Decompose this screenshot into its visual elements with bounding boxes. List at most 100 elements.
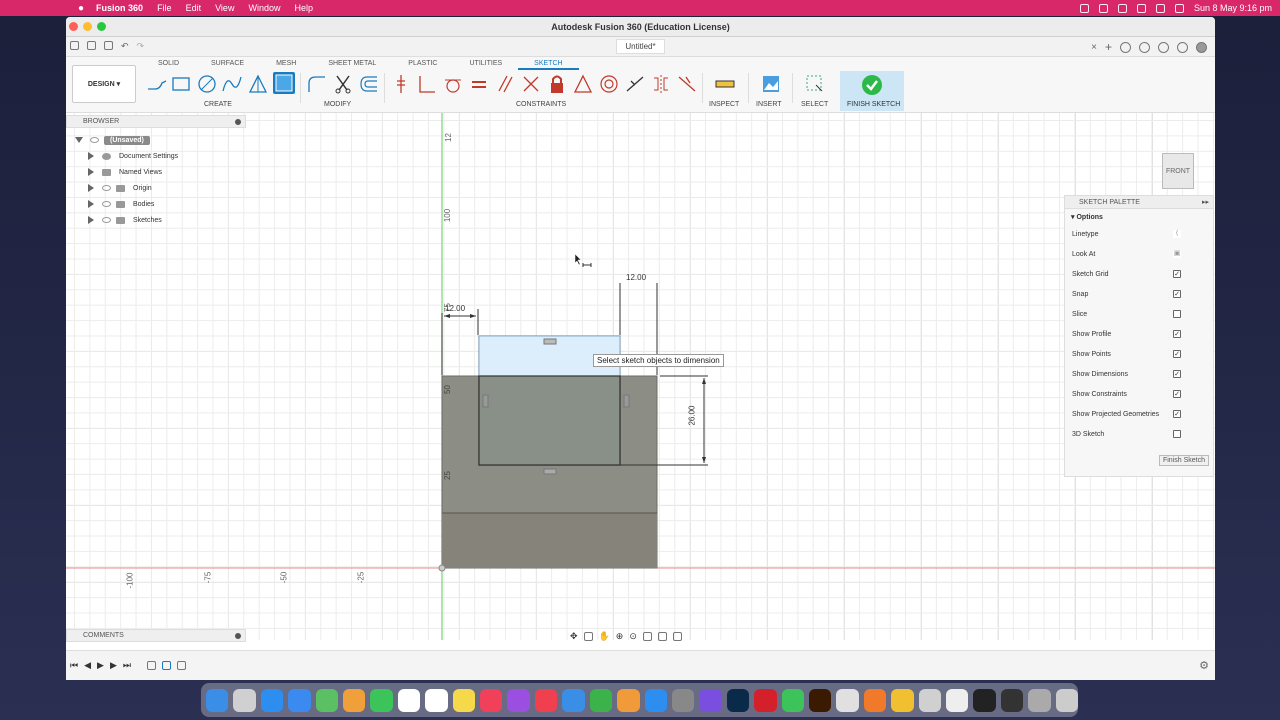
tab-sheet-metal[interactable]: SHEET METAL — [312, 58, 392, 70]
measure-ruler-icon[interactable] — [714, 73, 736, 95]
pan-icon[interactable]: ✋ — [599, 631, 610, 642]
expand-panel-icon[interactable]: ▸▸ — [1202, 196, 1209, 209]
constraints-group[interactable]: CONSTRAINTS — [516, 101, 566, 108]
menu-help[interactable]: Help — [294, 3, 313, 13]
notes-icon[interactable] — [452, 688, 476, 712]
acrobat-icon[interactable] — [754, 688, 777, 712]
menu-window[interactable]: Window — [248, 3, 280, 13]
terminal-2-icon[interactable] — [1000, 688, 1024, 712]
expand-icon[interactable] — [88, 216, 94, 224]
photoshop-icon[interactable] — [726, 688, 750, 712]
palette-row-look-at[interactable]: Look At ▣ — [1065, 244, 1213, 264]
keynote-icon[interactable] — [562, 688, 585, 712]
browser-item-sketches[interactable]: Sketches — [66, 212, 246, 228]
expand-icon[interactable] — [88, 168, 94, 176]
palette-header[interactable]: SKETCH PALETTE ▸▸ — [1065, 196, 1213, 209]
apple-icon[interactable]: ● — [78, 3, 84, 14]
pages-icon[interactable] — [617, 688, 640, 712]
circle-tool-icon[interactable] — [196, 73, 218, 95]
collapse-icon[interactable] — [75, 137, 83, 143]
checkbox[interactable]: ✓ — [1173, 410, 1181, 418]
checkbox[interactable]: ✓ — [1173, 390, 1181, 398]
preview-icon[interactable] — [945, 688, 969, 712]
expand-icon[interactable] — [88, 200, 94, 208]
news-icon[interactable] — [534, 688, 558, 712]
reminders-icon[interactable] — [425, 688, 448, 712]
tab-surface[interactable]: SURFACE — [195, 58, 260, 70]
expand-icon[interactable] — [88, 184, 94, 192]
browser-item-document-settings[interactable]: Document Settings — [66, 148, 246, 164]
job-status-icon[interactable] — [1139, 41, 1150, 53]
whatsapp-icon[interactable] — [781, 688, 804, 712]
polygon-tool-icon[interactable] — [247, 73, 269, 95]
collinear-constraint-icon[interactable] — [624, 73, 646, 95]
tab-mesh[interactable]: MESH — [260, 58, 312, 70]
tab-plastic[interactable]: PLASTIC — [392, 58, 453, 70]
chrome-icon[interactable] — [891, 688, 914, 712]
menu-app-name[interactable]: Fusion 360 — [96, 3, 143, 13]
horizontal-vertical-icon[interactable] — [416, 73, 438, 95]
go-to-start-icon[interactable]: ⏮ — [70, 660, 78, 671]
bluetooth-icon[interactable] — [1117, 3, 1127, 13]
spline-tool-icon[interactable] — [221, 73, 243, 95]
calendar-icon[interactable] — [397, 688, 421, 712]
create-group[interactable]: CREATE — [204, 101, 232, 108]
options-section[interactable]: ▾ Options — [1065, 211, 1213, 224]
wifi-icon[interactable] — [1098, 3, 1108, 13]
linetype-icon[interactable]: ⟨ — [1173, 230, 1181, 238]
eye-icon[interactable] — [102, 217, 111, 223]
step-back-icon[interactable]: ◀ — [84, 660, 91, 671]
line-tool-icon[interactable] — [146, 73, 168, 95]
perpendicular-constraint-icon[interactable] — [520, 73, 542, 95]
browser-root[interactable]: (Unsaved) — [66, 132, 246, 148]
look-at-icon[interactable]: ▣ — [1173, 250, 1181, 258]
concentric-constraint-icon[interactable] — [598, 73, 620, 95]
checkbox[interactable] — [1173, 310, 1181, 318]
notifications-icon[interactable] — [1158, 41, 1169, 53]
checkbox[interactable] — [1173, 430, 1181, 438]
timeline-sketch-icon[interactable] — [146, 661, 156, 670]
tab-utilities[interactable]: UTILITIES — [453, 58, 518, 70]
curvature-constraint-icon[interactable] — [676, 73, 698, 95]
system-preferences-icon[interactable] — [671, 688, 695, 712]
browser-header[interactable]: BROWSER — [66, 115, 246, 128]
workspace-switcher[interactable]: DESIGN ▾ — [72, 65, 136, 103]
terminal-icon[interactable] — [973, 688, 996, 712]
modify-group[interactable]: MODIFY — [324, 101, 351, 108]
facetime-icon[interactable] — [370, 688, 393, 712]
new-tab-icon[interactable]: + — [1105, 40, 1112, 54]
battery-icon[interactable] — [1136, 3, 1146, 13]
equal-constraint-icon[interactable] — [468, 73, 490, 95]
menu-edit[interactable]: Edit — [186, 3, 202, 13]
parallel-constraint-icon[interactable] — [494, 73, 516, 95]
viewports-icon[interactable] — [672, 631, 682, 641]
dimension-top[interactable]: 12.00 — [445, 304, 465, 313]
close-window-button[interactable] — [69, 22, 78, 31]
checkbox[interactable]: ✓ — [1173, 370, 1181, 378]
palette-finish-sketch-button[interactable]: Finish Sketch — [1158, 455, 1209, 466]
palette-row-sketch-grid[interactable]: Sketch Grid ✓ — [1065, 264, 1213, 284]
eye-icon[interactable] — [90, 137, 99, 143]
comments-panel[interactable]: COMMENTS — [66, 629, 246, 642]
coincident-constraint-icon[interactable] — [390, 73, 412, 95]
help-icon[interactable] — [1177, 41, 1188, 53]
eye-icon[interactable] — [102, 201, 111, 207]
symmetry-constraint-icon[interactable] — [650, 73, 672, 95]
app-store-icon[interactable] — [644, 688, 667, 712]
sonos-icon[interactable] — [836, 688, 859, 712]
grid-settings-icon[interactable] — [657, 631, 667, 641]
files-icon[interactable] — [1028, 688, 1051, 712]
profile-avatar[interactable] — [1196, 41, 1207, 53]
tab-sketch[interactable]: SKETCH — [518, 58, 579, 70]
offset-tool-icon[interactable] — [358, 73, 380, 95]
safari-icon[interactable] — [260, 688, 284, 712]
spotlight-icon[interactable] — [1155, 3, 1165, 13]
palette-row-show-dimensions[interactable]: Show Dimensions ✓ — [1065, 364, 1213, 384]
fill-rectangle-icon[interactable] — [273, 72, 295, 94]
zoom-window-button[interactable] — [97, 22, 106, 31]
palette-row-show-projected-geometries[interactable]: Show Projected Geometries ✓ — [1065, 404, 1213, 424]
menu-file[interactable]: File — [157, 3, 172, 13]
select-group[interactable]: SELECT — [801, 101, 828, 108]
fillet-tool-icon[interactable] — [306, 73, 328, 95]
tangent-constraint-icon[interactable] — [442, 73, 464, 95]
